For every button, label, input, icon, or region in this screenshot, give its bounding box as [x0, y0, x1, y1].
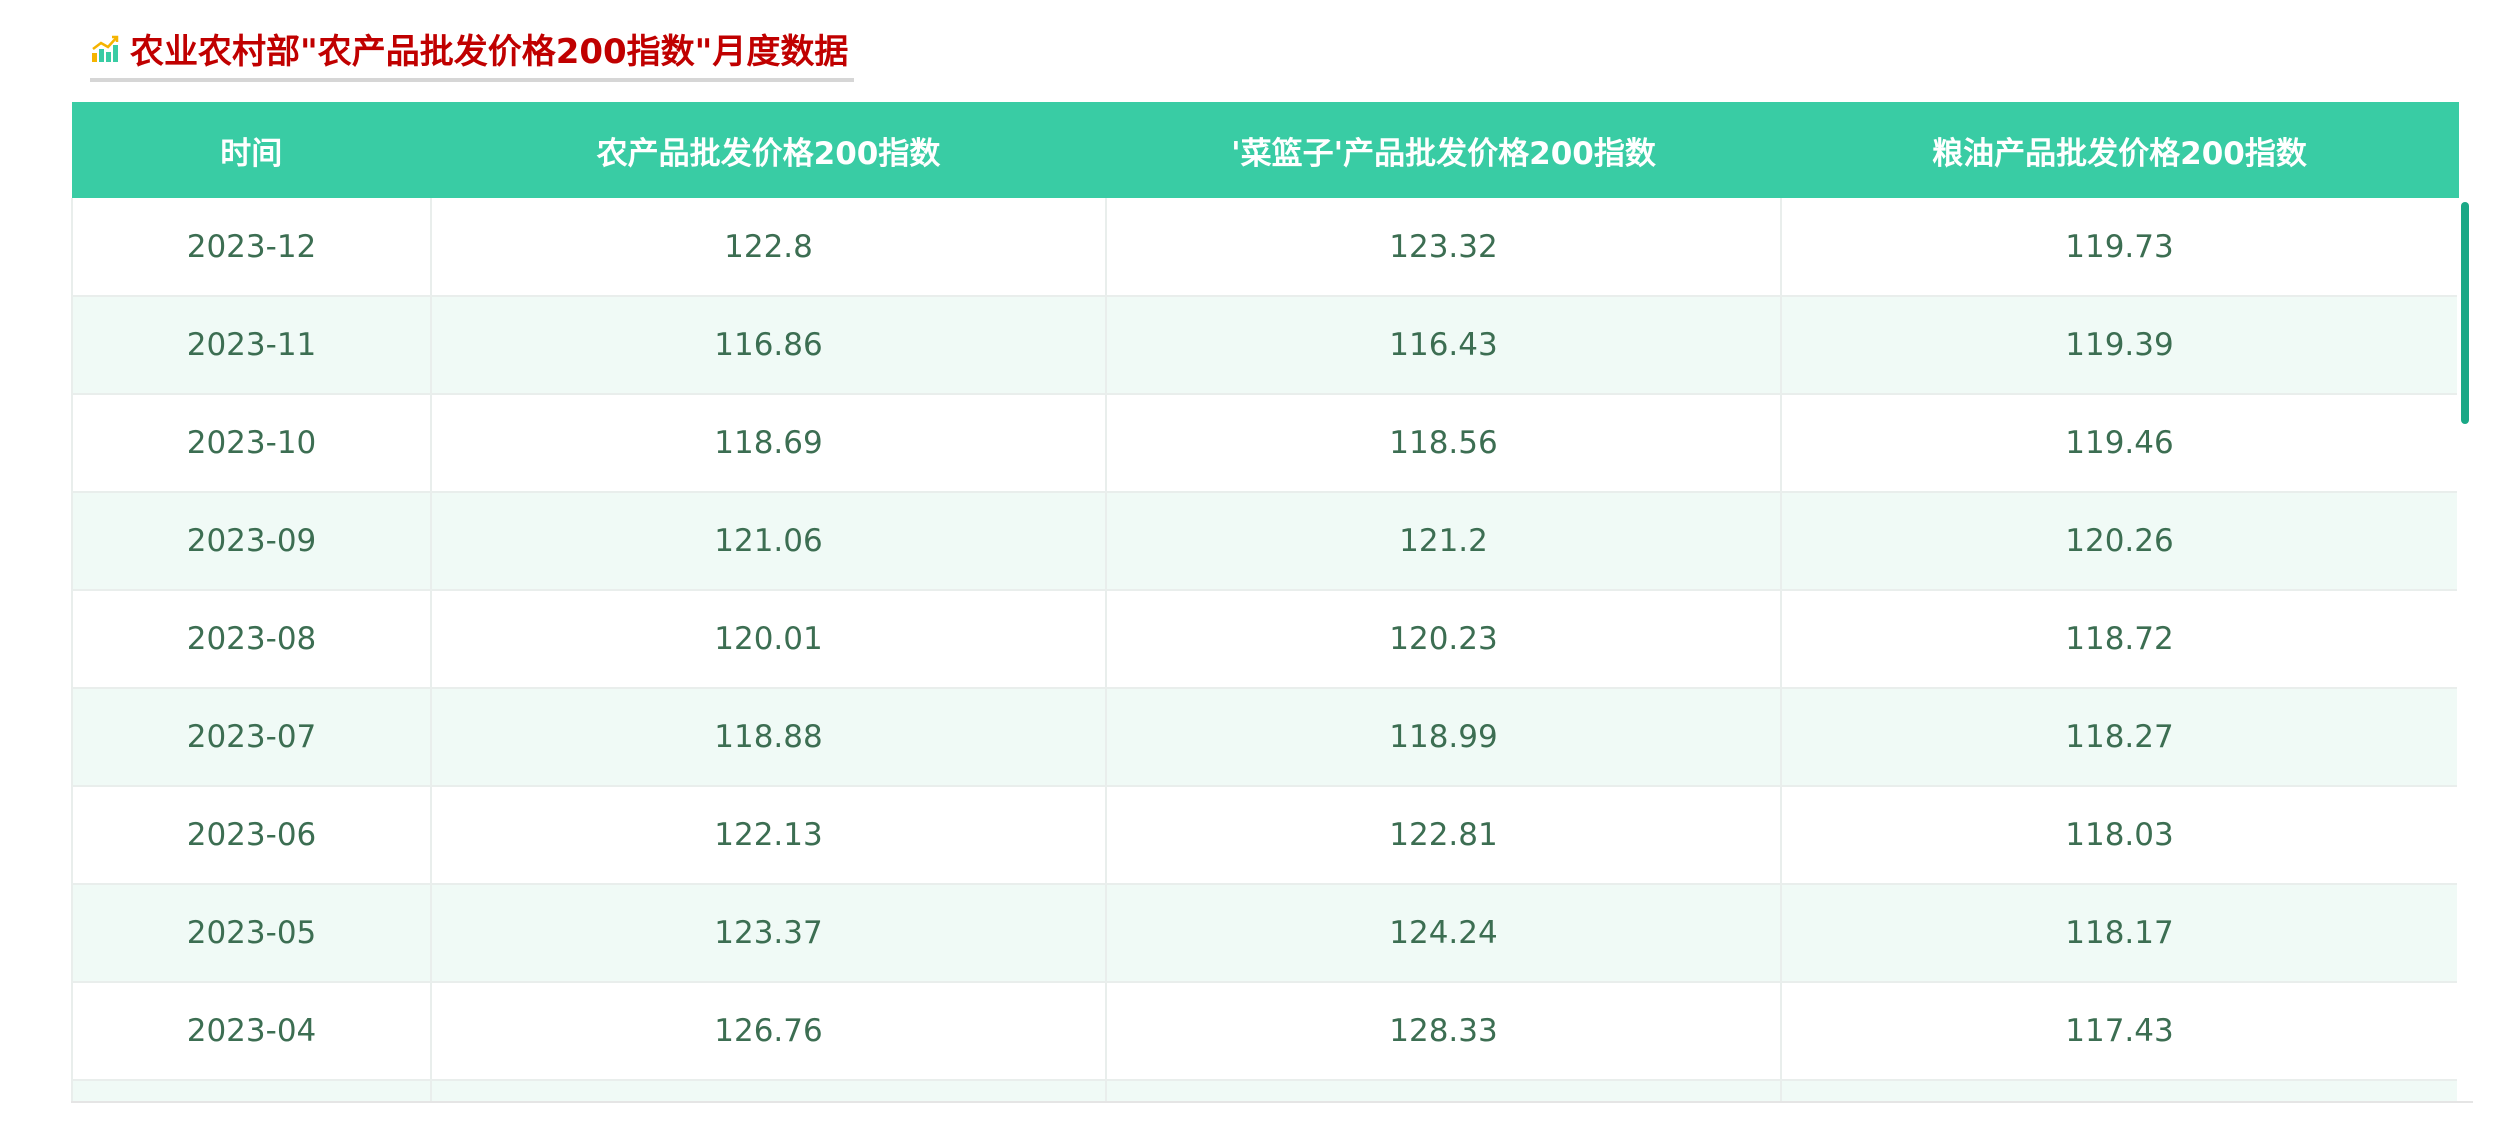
- cell-grain-oil-index: 118.72: [1780, 590, 2459, 689]
- cell-vegbasket-index: 128.33: [1105, 982, 1782, 1081]
- cell-grain-oil-index: 118.27: [1780, 688, 2459, 787]
- table-row: 2023-11 116.86 116.43 119.39: [71, 296, 2459, 395]
- cell-time: 2023-11: [71, 296, 432, 395]
- cell-time: 2023-06: [71, 786, 432, 885]
- cell-vegbasket-index: 122.81: [1105, 786, 1782, 885]
- cell-time: 2023-09: [71, 492, 432, 591]
- table-row: 2023-05 123.37 124.24 118.17: [71, 884, 2459, 983]
- cell-vegbasket-index: 121.2: [1105, 492, 1782, 591]
- table-row: 2023-09 121.06 121.2 120.26: [71, 492, 2459, 591]
- cell-grain-oil-index: 119.73: [1780, 198, 2459, 297]
- column-header-grain-oil-index: 粮油产品批发价格200指数: [1781, 102, 2459, 198]
- page-title: 农业农村部"农产品批发价格200指数"月度数据: [130, 31, 849, 72]
- table-row: 2023-12 122.8 123.32 119.73: [71, 198, 2459, 297]
- cell-vegbasket-index: 123.32: [1105, 198, 1782, 297]
- cell-vegbasket-index: 120.23: [1105, 590, 1782, 689]
- cell-agri-index: 118.69: [430, 394, 1107, 493]
- cell-time: 2023-08: [71, 590, 432, 689]
- table-row: 2023-04 126.76 128.33 117.43: [71, 982, 2459, 1081]
- column-header-vegbasket-index: '菜篮子'产品批发价格200指数: [1106, 102, 1782, 198]
- table-row: 2023-08 120.01 120.23 118.72: [71, 590, 2459, 689]
- cell-time: 2023-10: [71, 394, 432, 493]
- cell-vegbasket-index: 118.99: [1105, 688, 1782, 787]
- table-row: 2023-10 118.69 118.56 119.46: [71, 394, 2459, 493]
- cell-agri-index: 116.86: [430, 296, 1107, 395]
- cell-agri-index: 120.01: [430, 590, 1107, 689]
- cell-grain-oil-index: 120.26: [1780, 492, 2459, 591]
- price-index-table: 时间 农产品批发价格200指数 '菜篮子'产品批发价格200指数 粮油产品批发价…: [71, 102, 2459, 1101]
- page-title-bar: 农业农村部"农产品批发价格200指数"月度数据: [90, 18, 855, 82]
- cell-time: 2023-04: [71, 982, 432, 1081]
- cell-vegbasket-index: 116.43: [1105, 296, 1782, 395]
- cell-grain-oil-index: 119.46: [1780, 394, 2459, 493]
- cell-agri-index: 118.88: [430, 688, 1107, 787]
- cell-vegbasket-index: 118.56: [1105, 394, 1782, 493]
- cell-agri-index: 122.8: [430, 198, 1107, 297]
- column-header-agri-index: 农产品批发价格200指数: [431, 102, 1107, 198]
- cell-time: 2023-12: [71, 198, 432, 297]
- cell-time: 2023-07: [71, 688, 432, 787]
- cell-grain-oil-index: 119.39: [1780, 296, 2459, 395]
- table-row: 2023-07 118.88 118.99 118.27: [71, 688, 2459, 787]
- table-row: 2023-06 122.13 122.81 118.03: [71, 786, 2459, 885]
- cell-agri-index: 121.06: [430, 492, 1107, 591]
- data-table-container[interactable]: 时间 农产品批发价格200指数 '菜篮子'产品批发价格200指数 粮油产品批发价…: [71, 102, 2473, 1103]
- cell-time: 2023-05: [71, 884, 432, 983]
- cell-grain-oil-index: 118.17: [1780, 884, 2459, 983]
- table-header: 时间 农产品批发价格200指数 '菜篮子'产品批发价格200指数 粮油产品批发价…: [72, 102, 2459, 198]
- cell-grain-oil-index: 117.43: [1780, 982, 2459, 1081]
- header-row: 时间 农产品批发价格200指数 '菜篮子'产品批发价格200指数 粮油产品批发价…: [72, 102, 2459, 198]
- column-header-time: 时间: [72, 102, 432, 198]
- bar-chart-trend-icon: [90, 33, 120, 63]
- vertical-scrollbar[interactable]: [2457, 198, 2473, 1101]
- cell-agri-index: 122.13: [430, 786, 1107, 885]
- cell-time: [71, 1080, 432, 1101]
- cell-agri-index: [430, 1080, 1107, 1101]
- cell-vegbasket-index: 124.24: [1105, 884, 1782, 983]
- cell-grain-oil-index: 118.03: [1780, 786, 2459, 885]
- cell-vegbasket-index: [1105, 1080, 1782, 1101]
- scrollbar-thumb[interactable]: [2461, 202, 2469, 424]
- table-row: [71, 1080, 2459, 1101]
- cell-agri-index: 123.37: [430, 884, 1107, 983]
- cell-agri-index: 126.76: [430, 982, 1107, 1081]
- table-body: 2023-12 122.8 123.32 119.73 2023-11 116.…: [71, 198, 2459, 1101]
- cell-grain-oil-index: [1780, 1080, 2459, 1101]
